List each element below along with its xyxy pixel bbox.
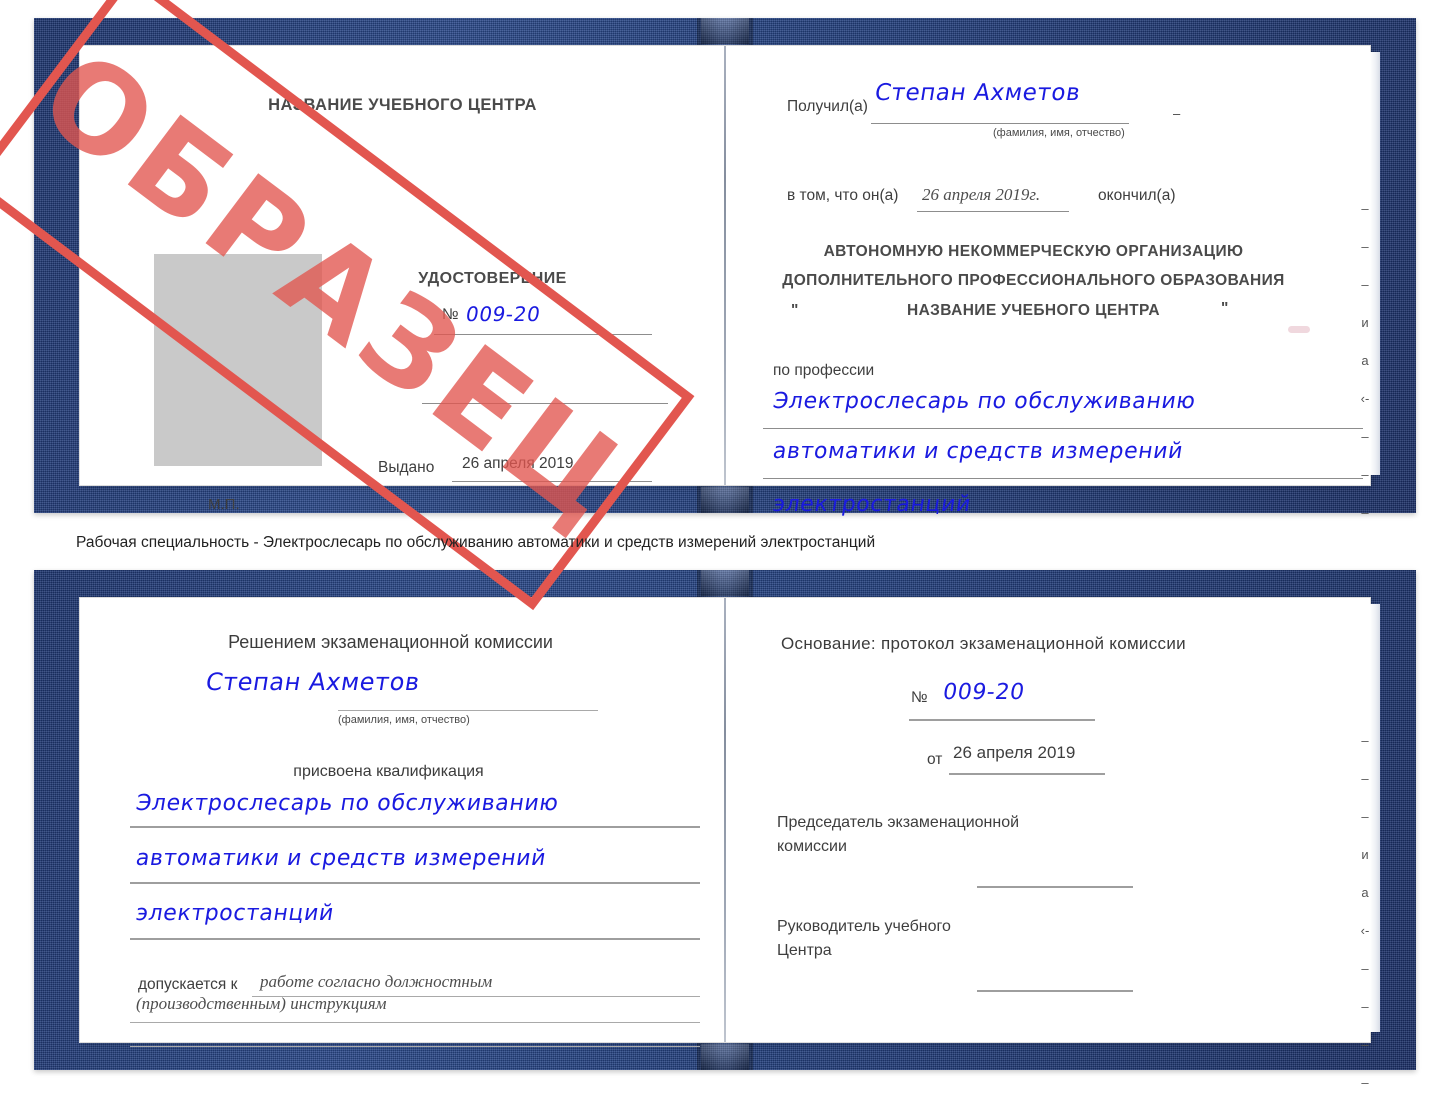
number-value: 009-20 — [464, 302, 543, 326]
edge-glyph: и — [1361, 847, 1369, 862]
edge-glyph: – — [1361, 1037, 1369, 1052]
paper-spread-bottom: Решением экзаменационной комиссии Степан… — [80, 598, 1380, 1089]
page-bottom-left: Решением экзаменационной комиссии Степан… — [80, 598, 725, 1047]
org-line-2: ДОПОЛНИТЕЛЬНОГО ПРОФЕССИОНАЛЬНОГО ОБРАЗО… — [782, 272, 1285, 289]
number-label: № — [442, 306, 459, 323]
caption-text: Рабочая специальность - Электрослесарь п… — [76, 534, 876, 551]
document-title: УДОСТОВЕРЕНИЕ — [418, 270, 567, 287]
number-rule — [434, 334, 652, 335]
chairman-signature-rule — [977, 886, 1133, 888]
received-rule — [871, 123, 1129, 124]
received-edge-dash: – — [1173, 106, 1181, 121]
edge-glyph: – — [1361, 201, 1369, 216]
profession-rule-1 — [763, 428, 1363, 429]
profession-rule-2 — [763, 478, 1363, 479]
photo-placeholder — [154, 254, 322, 466]
that-he-label: в том, что он(а) — [787, 187, 899, 204]
edge-glyph: – — [1361, 771, 1369, 786]
admitted-rule-2 — [130, 1022, 700, 1023]
profession-line-3: электростанций — [771, 492, 973, 517]
admitted-line-2: (производственным) инструкциям — [136, 994, 387, 1013]
edge-glyph-column-top: – – – и а ‹- – – – — [1356, 202, 1374, 544]
profession-line-1: Электрослесарь по обслуживанию — [771, 389, 1198, 414]
edge-glyph: – — [1361, 239, 1369, 254]
edge-glyph: а — [1361, 353, 1369, 368]
student-name-rule — [338, 710, 598, 711]
edge-glyph: – — [1361, 467, 1369, 482]
certificate-top: НАЗВАНИЕ УЧЕБНОГО ЦЕНТРА УДОСТОВЕРЕНИЕ №… — [0, 0, 1416, 611]
protocol-date-value: 26 апреля 2019 — [953, 743, 1076, 762]
page-top-right: Получил(а) Степан Ахметов (фамилия, имя,… — [725, 46, 1370, 519]
qualification-rule-1 — [130, 826, 700, 828]
seal-label: М.П. — [208, 496, 240, 513]
head-signature-rule — [977, 990, 1133, 992]
edge-glyph: – — [1361, 277, 1369, 292]
received-value: Степан Ахметов — [872, 80, 1083, 106]
protocol-date-label: от — [927, 751, 943, 768]
edge-glyph-column-bottom: – – – и а ‹- – – – – — [1356, 734, 1374, 1114]
edge-glyph: – — [1361, 1075, 1369, 1090]
basis-label: Основание: протокол экзаменационной коми… — [781, 634, 1186, 653]
edge-glyph: – — [1361, 961, 1369, 976]
received-label: Получил(а) — [787, 98, 868, 115]
org-quote-close: " — [1221, 300, 1229, 317]
spine-notch-top-2 — [701, 570, 749, 596]
blank-rule — [422, 403, 668, 404]
org-line-1: АВТОНОМНУЮ НЕКОММЕРЧЕСКУЮ ОРГАНИЗАЦИЮ — [823, 243, 1244, 260]
page-top-left: НАЗВАНИЕ УЧЕБНОГО ЦЕНТРА УДОСТОВЕРЕНИЕ №… — [80, 46, 725, 513]
org-line-3: НАЗВАНИЕ УЧЕБНОГО ЦЕНТРА — [907, 302, 1160, 319]
student-name-value: Степан Ахметов — [203, 668, 423, 696]
paper-spread-top: НАЗВАНИЕ УЧЕБНОГО ЦЕНТРА УДОСТОВЕРЕНИЕ №… — [80, 46, 1380, 519]
edge-glyph: ‹- — [1360, 391, 1370, 406]
page-bottom-right: Основание: протокол экзаменационной коми… — [725, 598, 1370, 1089]
edge-glyph: – — [1361, 505, 1369, 520]
edge-glyph: – — [1361, 733, 1369, 748]
qualification-rule-3 — [130, 938, 700, 940]
profession-label: по профессии — [773, 362, 875, 379]
spine-notch-bottom — [701, 487, 749, 513]
fio-hint-2: (фамилия, имя, отчество) — [338, 714, 470, 726]
edge-glyph: и — [1361, 315, 1369, 330]
head-line-2: Центра — [777, 942, 832, 959]
admitted-line-1: работе согласно должностным — [260, 972, 493, 991]
edge-glyph: ‹- — [1360, 923, 1370, 938]
qualification-line-1: Электрослесарь по обслуживанию — [134, 791, 561, 816]
certificate-bottom: Решением экзаменационной комиссии Степан… — [34, 570, 1416, 1089]
chairman-line-2: комиссии — [777, 838, 847, 855]
protocol-date-rule — [949, 773, 1105, 775]
qualification-line-3: электростанций — [134, 901, 336, 926]
fio-hint: (фамилия, имя, отчество) — [993, 127, 1125, 139]
head-line-1: Руководитель учебного — [777, 918, 951, 935]
commission-heading: Решением экзаменационной комиссии — [228, 632, 553, 652]
edge-glyph: а — [1361, 885, 1369, 900]
issued-label: Выдано — [378, 459, 435, 476]
edge-glyph: – — [1361, 429, 1369, 444]
that-he-value: 26 апреля 2019г. — [922, 185, 1041, 204]
qualification-rule-2 — [130, 882, 700, 884]
qualification-line-2: автоматики и средств измерений — [134, 846, 549, 871]
profession-line-2: автоматики и средств измерений — [771, 439, 1186, 464]
ink-smudge — [1288, 326, 1310, 333]
admitted-label: допускается к — [138, 976, 238, 993]
issued-rule — [452, 481, 652, 482]
spine-notch-bottom-2 — [701, 1044, 749, 1070]
qualification-label: присвоена квалификация — [293, 763, 484, 780]
finished-label: окончил(а) — [1098, 187, 1176, 204]
chairman-line-1: Председатель экзаменационной — [777, 814, 1020, 831]
edge-glyph: – — [1361, 999, 1369, 1014]
that-he-rule — [917, 211, 1069, 212]
issued-value: 26 апреля 2019 — [462, 455, 574, 472]
spine-notch-top — [701, 18, 749, 44]
center-name-heading: НАЗВАНИЕ УЧЕБНОГО ЦЕНТРА — [268, 96, 537, 114]
protocol-number-value: 009-20 — [941, 680, 1027, 705]
protocol-number-rule — [909, 719, 1095, 721]
edge-glyph: – — [1361, 809, 1369, 824]
admitted-rule-3 — [130, 1046, 700, 1047]
protocol-number-label: № — [911, 689, 928, 706]
